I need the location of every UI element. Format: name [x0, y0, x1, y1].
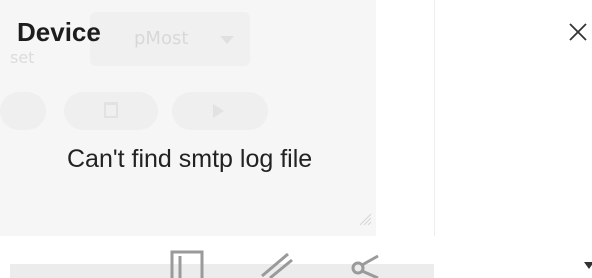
scroll-down-icon[interactable] — [584, 262, 592, 269]
play-icon — [213, 104, 224, 118]
background-label: set — [10, 48, 35, 67]
trash-icon — [104, 102, 118, 118]
background-delete-button — [64, 92, 158, 130]
background-divider — [434, 0, 435, 236]
error-message: Can't find smtp log file — [67, 145, 313, 173]
dialog-title: Device — [17, 17, 101, 47]
close-icon[interactable] — [566, 14, 592, 48]
background-run-button — [172, 92, 268, 130]
background-toolbar — [10, 264, 434, 278]
edit-icon — [261, 252, 293, 278]
resize-handle-icon — [359, 213, 372, 226]
background-select: pMost — [90, 12, 250, 66]
split-view-icon — [170, 250, 204, 278]
background-select-value: pMost — [134, 28, 189, 49]
chevron-down-icon — [220, 36, 234, 44]
share-icon — [351, 254, 379, 278]
background-pill — [0, 92, 46, 130]
